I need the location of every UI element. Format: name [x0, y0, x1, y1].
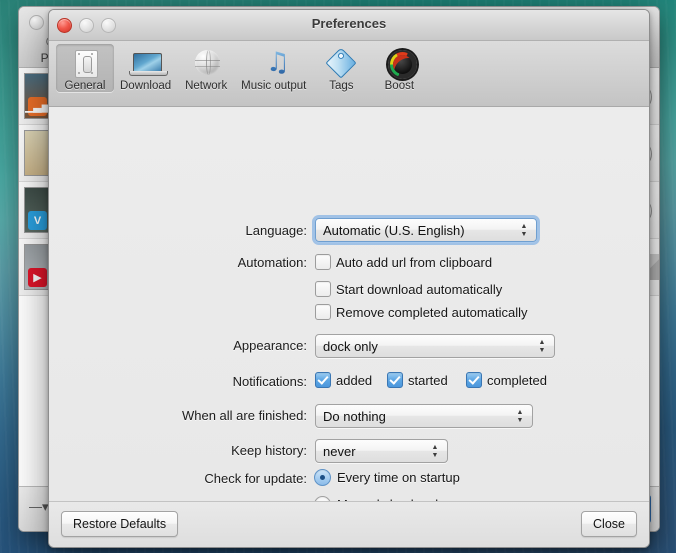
radio-icon[interactable]	[314, 469, 331, 486]
language-value: Automatic (U.S. English)	[323, 222, 465, 238]
notifications-label-wrap: Notifications:	[49, 374, 307, 392]
window-title: Preferences	[311, 16, 387, 31]
preferences-titlebar: Preferences	[49, 10, 649, 41]
appearance-value: dock only	[323, 338, 378, 354]
download-icon-art	[128, 53, 168, 76]
boost-gauge-icon	[382, 47, 418, 79]
language-label: Language:	[245, 223, 307, 238]
toolbar-item-label: Music output	[241, 80, 307, 92]
tag-icon	[324, 47, 358, 79]
checkbox-auto-add-url[interactable]: Auto add url from clipboard	[315, 254, 492, 270]
checkbox-notify-completed[interactable]: completed	[466, 372, 547, 388]
checkbox-icon[interactable]	[315, 254, 331, 270]
chevron-updown-icon: ▲ ▼	[538, 338, 546, 354]
check-update-label-wrap: Check for update:	[49, 471, 307, 489]
close-button[interactable]: Close	[581, 511, 637, 537]
toolbar-item-label: Download	[120, 80, 172, 92]
radio-every-time-on-startup[interactable]: Every time on startup	[314, 469, 460, 486]
preferences-toolbar[interactable]: General Download Network ♫ Music output Tags B…	[49, 41, 649, 107]
toolbar-item-boost[interactable]: Boost	[370, 44, 428, 92]
toolbar-item-network[interactable]: Network	[177, 44, 235, 92]
when-finished-label: When all are finished:	[181, 408, 307, 423]
preferences-bottom-bar: Restore Defaults Close	[49, 501, 649, 547]
toolbar-item-music-output[interactable]: ♫ Music output	[235, 44, 312, 93]
background-footer-menu-icon[interactable]: —▾	[29, 499, 49, 515]
checkbox-icon[interactable]	[315, 281, 331, 297]
keep-history-label: Keep history:	[231, 443, 307, 458]
keep-history-label-wrap: Keep history:	[49, 443, 307, 461]
appearance-label-wrap: Appearance:	[49, 338, 307, 356]
checkbox-label: Auto add url from clipboard	[336, 254, 493, 270]
radio-label: Every time on startup	[337, 470, 460, 485]
network-icon-art	[195, 50, 221, 75]
download-icon	[128, 47, 168, 79]
checkbox-label: added	[336, 372, 373, 388]
preferences-content: Language: Automatic (U.S. English) ▲ ▼ Au…	[49, 107, 649, 547]
toolbar-item-download[interactable]: Download	[114, 44, 177, 92]
restore-defaults-button[interactable]: Restore Defaults	[61, 511, 179, 537]
toolbar-item-general[interactable]: General	[56, 44, 114, 92]
toolbar-item-label: Tags	[329, 80, 354, 92]
chevron-updown-icon: ▲ ▼	[520, 222, 528, 238]
checkbox-label: started	[408, 372, 448, 388]
checkbox-icon[interactable]	[387, 372, 403, 388]
background-close-icon[interactable]	[29, 15, 44, 30]
music-note-icon-art: ♫	[265, 47, 290, 78]
appearance-label: Appearance:	[233, 338, 307, 353]
checkbox-icon[interactable]	[315, 372, 331, 388]
toolbar-item-label: Network	[185, 80, 228, 92]
notifications-label: Notifications:	[232, 374, 307, 389]
chevron-updown-icon: ▲ ▼	[431, 443, 439, 459]
preferences-window[interactable]: Preferences General Download Network ♫ Music…	[48, 9, 650, 548]
keep-history-popup-button[interactable]: never ▲ ▼	[315, 439, 448, 463]
toolbar-item-label: General	[64, 80, 106, 92]
automation-label: Automation:	[237, 255, 307, 270]
check-for-update-label: Check for update:	[204, 471, 307, 486]
music-note-icon: ♫	[257, 47, 291, 79]
language-label-wrap: Language:	[49, 223, 307, 241]
language-popup-button[interactable]: Automatic (U.S. English) ▲ ▼	[315, 218, 537, 242]
when-finished-label-wrap: When all are finished:	[49, 408, 307, 426]
checkbox-notify-started[interactable]: started	[387, 372, 448, 388]
checkbox-remove-completed[interactable]: Remove completed automatically	[315, 304, 527, 320]
when-finished-popup-button[interactable]: Do nothing ▲ ▼	[315, 404, 533, 428]
general-icon-art	[75, 50, 98, 78]
general-icon	[68, 47, 102, 79]
boost-gauge-icon-art	[388, 50, 418, 79]
checkbox-notify-added[interactable]: added	[315, 372, 372, 388]
checkbox-icon[interactable]	[315, 304, 331, 320]
checkbox-label: Remove completed automatically	[336, 304, 528, 320]
tag-icon-art	[325, 47, 357, 79]
network-icon	[189, 47, 223, 79]
checkbox-icon[interactable]	[466, 372, 482, 388]
checkbox-start-download[interactable]: Start download automatically	[315, 281, 502, 297]
soundcloud-icon: ▁▃▅	[25, 97, 50, 116]
toolbar-item-label: Boost	[384, 80, 415, 92]
when-finished-value: Do nothing	[323, 408, 386, 424]
chevron-updown-icon: ▲ ▼	[516, 408, 524, 424]
checkbox-label: completed	[487, 372, 547, 388]
keep-history-value: never	[323, 443, 356, 459]
appearance-popup-button[interactable]: dock only ▲ ▼	[315, 334, 555, 358]
youtube-icon: ▶	[28, 268, 47, 287]
checkbox-label: Start download automatically	[336, 281, 503, 297]
automation-label-wrap: Automation:	[49, 255, 307, 273]
toolbar-item-tags[interactable]: Tags	[312, 44, 370, 92]
vimeo-icon: V	[28, 211, 47, 230]
